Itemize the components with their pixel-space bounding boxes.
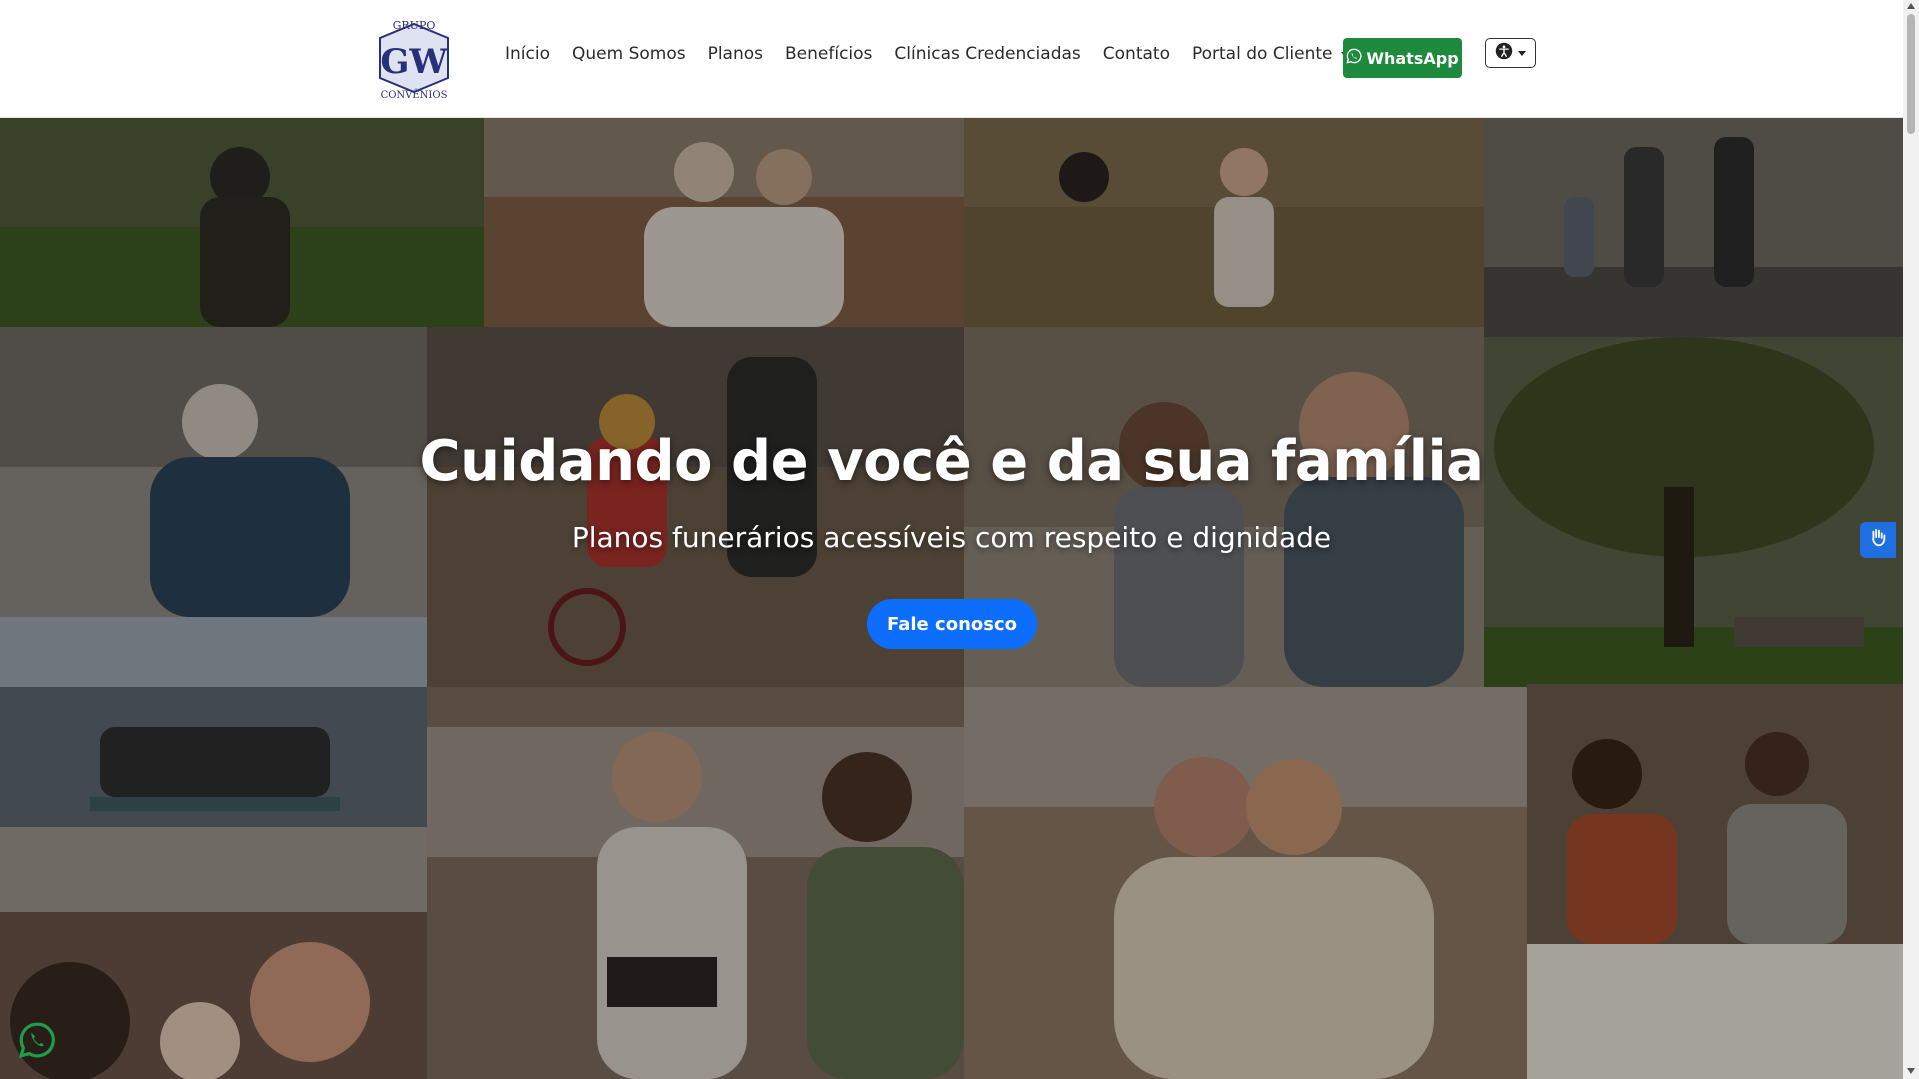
elders-bench-waterfront-photo: [0, 617, 427, 912]
whatsapp-button[interactable]: WhatsApp: [1343, 38, 1462, 78]
top-navbar: GRUPO GW CONVÊNIOS Início Quem Somos Pla…: [0, 0, 1903, 118]
family-walking-field-photo: [0, 117, 484, 327]
family-tree-picnic-photo: [1484, 337, 1903, 687]
chevron-down-icon: [1518, 50, 1526, 56]
accessibility-menu-button[interactable]: [1485, 38, 1536, 68]
grandfather-grandson-photo: [964, 327, 1484, 687]
family-reading-bed-photo: [427, 687, 964, 1079]
floating-whatsapp-icon[interactable]: [18, 1021, 56, 1059]
nav-contato[interactable]: Contato: [1103, 44, 1170, 64]
family-hugging-home-photo: [964, 687, 1527, 1079]
svg-text:GRUPO: GRUPO: [393, 19, 436, 32]
hero-title: Cuidando de você e da sua família: [419, 429, 1484, 494]
nav-planos[interactable]: Planos: [708, 44, 763, 64]
vlibras-accessibility-button[interactable]: [1860, 522, 1896, 558]
scroll-down-icon[interactable]: [1907, 1068, 1915, 1074]
family-dancing-photo: [1484, 117, 1903, 337]
nav-portal-do-cliente[interactable]: Portal do Cliente: [1192, 44, 1349, 64]
hand-sign-icon: [1867, 527, 1889, 553]
hero-section: Cuidando de você e da sua família Planos…: [0, 117, 1903, 1079]
hero-subtitle: Planos funerários acessíveis com respeit…: [571, 521, 1332, 554]
accessibility-icon: [1495, 42, 1513, 64]
whatsapp-icon: [1346, 48, 1362, 68]
family-dinner-table-photo: [1527, 684, 1903, 1079]
grupo-gw-logo[interactable]: GRUPO GW CONVÊNIOS: [372, 18, 456, 101]
nav-quem-somos[interactable]: Quem Somos: [572, 44, 686, 64]
svg-text:CONVÊNIOS: CONVÊNIOS: [381, 89, 448, 100]
parents-baby-kiss-photo: [0, 912, 427, 1079]
main-menu: Início Quem Somos Planos Benefícios Clín…: [505, 44, 1349, 64]
page-scrollbar[interactable]: [1903, 0, 1919, 1079]
whatsapp-label: WhatsApp: [1366, 48, 1459, 68]
scroll-up-icon[interactable]: [1907, 3, 1915, 9]
women-hugging-sofa-photo: [484, 117, 964, 327]
scrollbar-thumb[interactable]: [1907, 14, 1915, 134]
nav-beneficios[interactable]: Benefícios: [785, 44, 872, 64]
svg-text:GW: GW: [380, 42, 448, 82]
fale-conosco-button[interactable]: Fale conosco: [867, 599, 1037, 649]
nav-portal-label: Portal do Cliente: [1191, 44, 1333, 64]
nav-inicio[interactable]: Início: [505, 44, 550, 64]
family-playing-field-photo: [964, 117, 1484, 327]
nav-clinicas-credenciadas[interactable]: Clínicas Credenciadas: [894, 44, 1080, 64]
